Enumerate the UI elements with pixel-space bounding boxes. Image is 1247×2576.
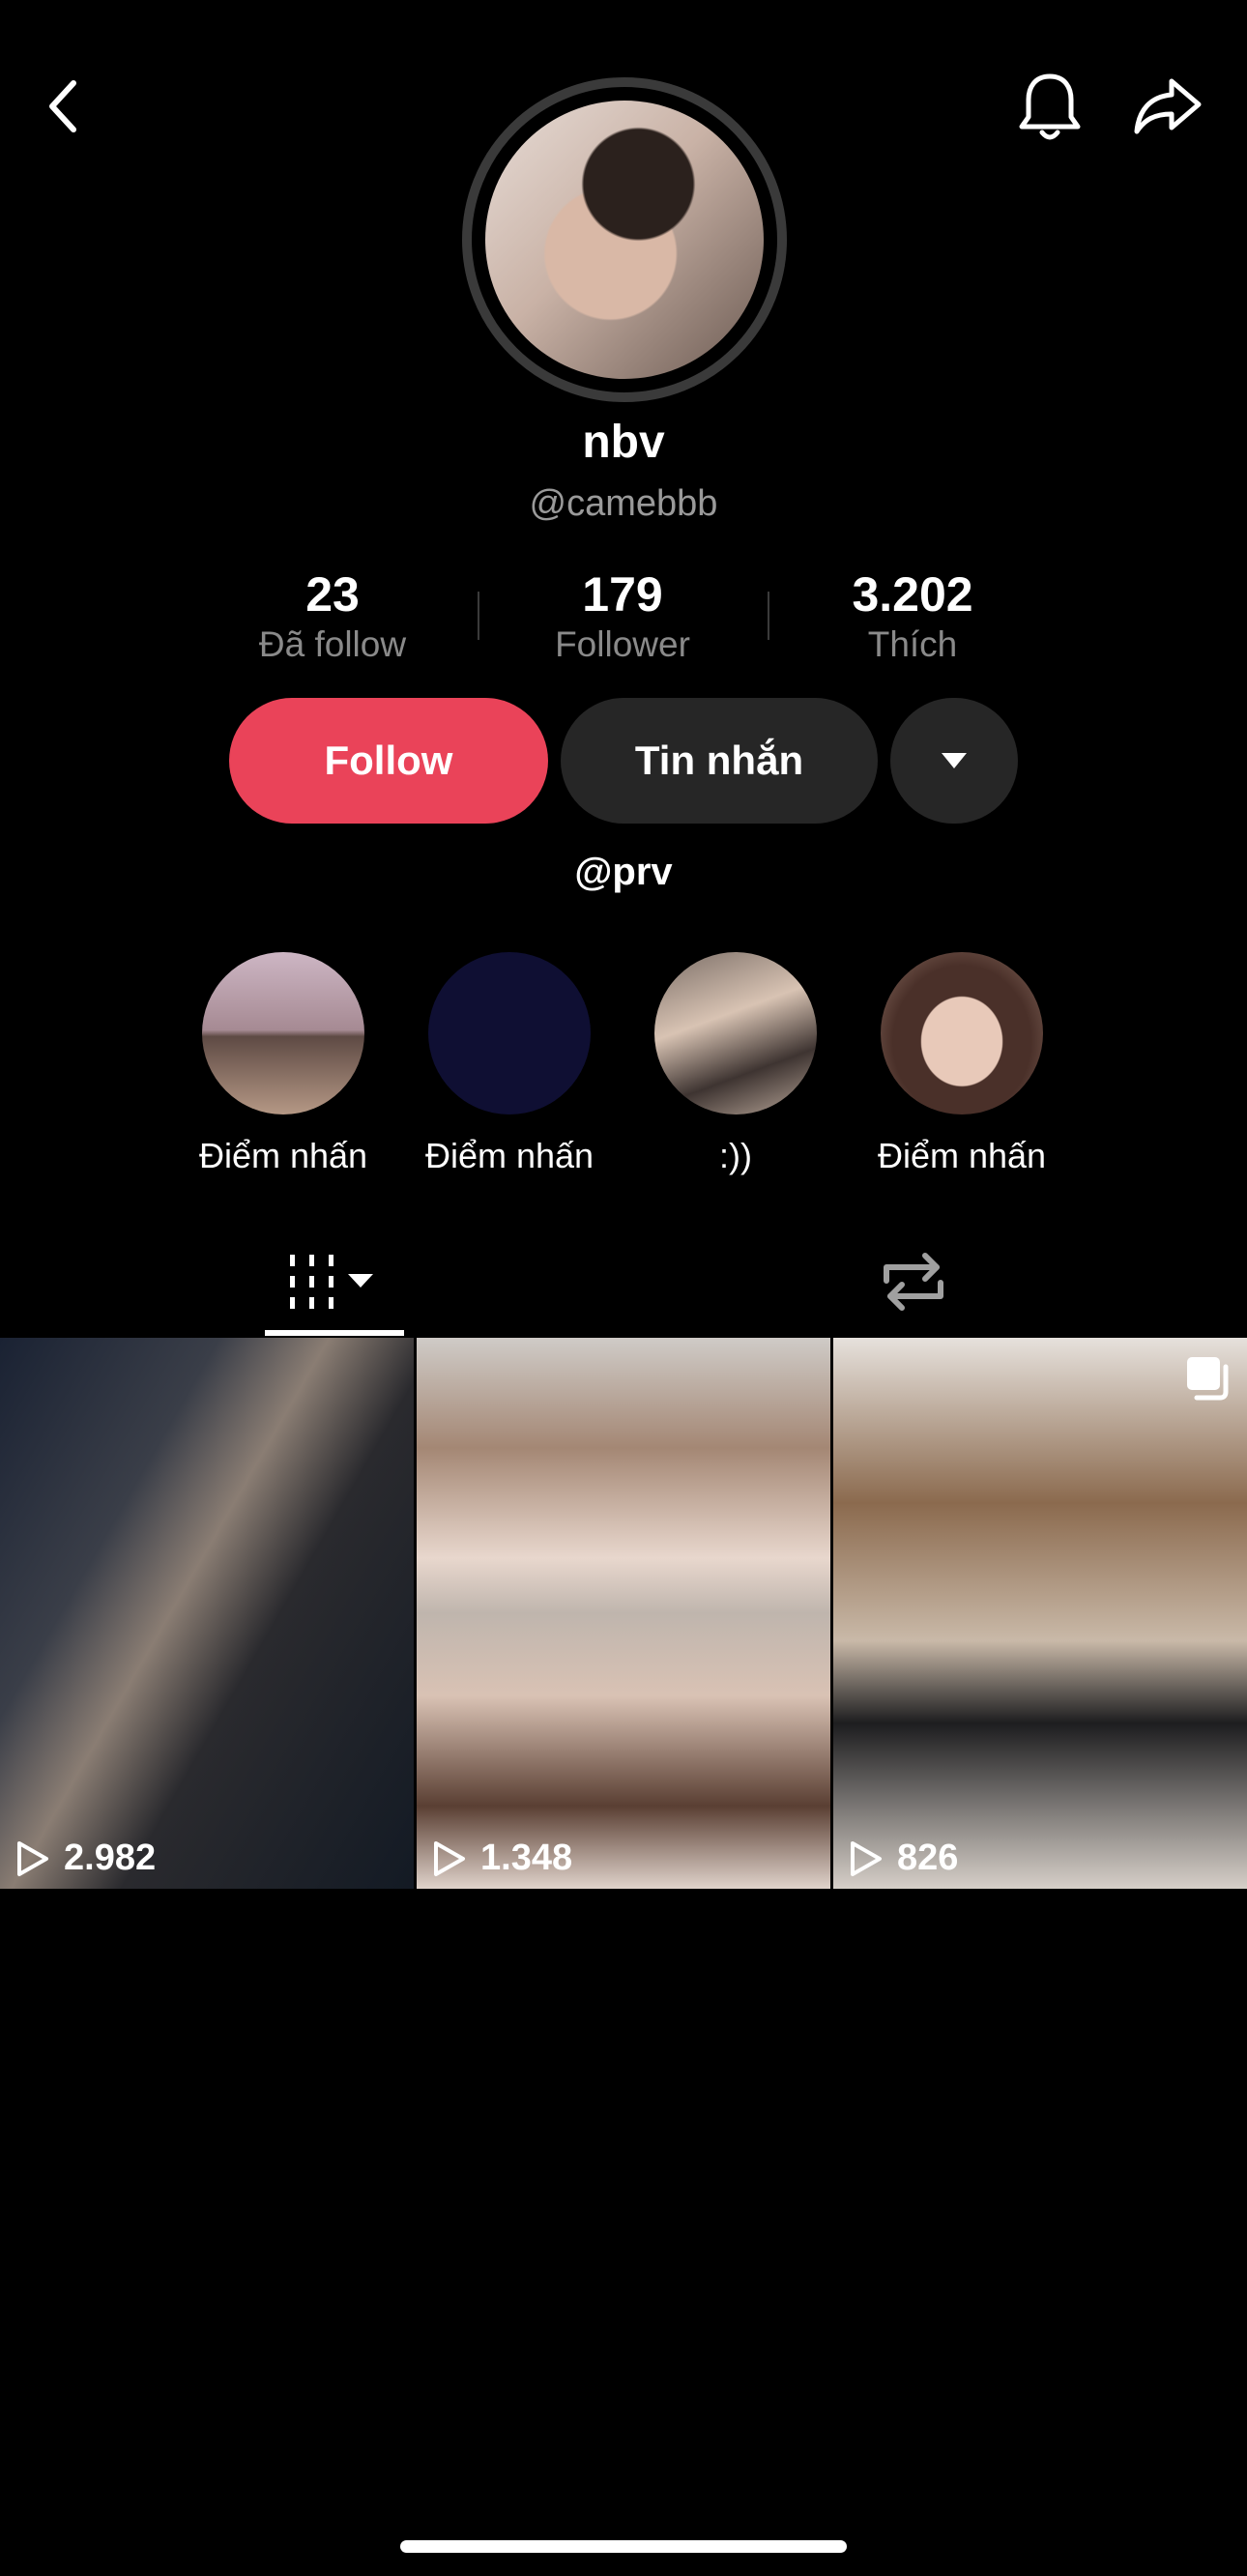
view-count-text: 1.348 [480,1838,573,1878]
stat-divider [768,592,769,640]
video-thumbnail[interactable]: 1.348 [417,1338,830,1889]
highlight-label: Điểm nhấn [424,1136,594,1175]
multi-photo-icon [1187,1357,1229,1401]
highlight-item[interactable]: Điểm nhấn [393,952,625,1176]
highlight-label: :)) [719,1136,752,1175]
share-button[interactable] [1129,68,1206,145]
highlight-thumbnail [881,952,1043,1114]
message-button[interactable]: Tin nhắn [561,698,878,824]
follow-button[interactable]: Follow [229,698,548,824]
view-count: 826 [849,1838,958,1879]
avatar-photo [485,101,764,379]
highlight-label: Điểm nhấn [198,1136,368,1175]
following-stat[interactable]: 23 Đã follow [207,568,458,665]
more-options-button[interactable] [890,698,1018,824]
highlight-item[interactable]: Điểm nhấn [167,952,399,1176]
play-icon [434,1840,465,1876]
share-icon [1134,78,1202,134]
back-icon [49,80,76,132]
followers-count: 179 [582,567,663,622]
highlight-item[interactable]: :)) [620,952,852,1176]
repost-icon [884,1253,943,1311]
chevron-down-icon [942,753,967,768]
followers-stat[interactable]: 179 Follower [497,568,748,665]
profile-avatar[interactable] [462,77,787,402]
video-thumbnail[interactable]: 826 [833,1338,1247,1889]
profile-name: nbv [582,417,665,468]
bell-icon [1019,73,1081,140]
highlight-thumbnail [654,952,817,1114]
view-count-text: 2.982 [64,1838,157,1878]
notification-button[interactable] [1011,68,1088,145]
view-count: 2.982 [15,1838,156,1879]
play-icon [851,1840,882,1876]
highlight-thumbnail [428,952,591,1114]
tab-reposts[interactable] [870,1243,957,1320]
highlight-item[interactable]: Điểm nhấn [846,952,1078,1176]
likes-label: Thích [867,624,958,664]
stat-divider [478,592,479,640]
likes-stat[interactable]: 3.202 Thích [787,568,1038,665]
video-thumbnail[interactable]: 2.982 [0,1338,414,1889]
view-count-text: 826 [897,1838,959,1878]
back-button[interactable] [33,75,95,137]
following-count: 23 [305,567,360,622]
home-indicator [400,2540,847,2553]
active-tab-indicator [265,1330,404,1336]
profile-handle: @camebbb [529,483,718,524]
tab-videos[interactable] [265,1243,404,1320]
following-label: Đã follow [258,624,407,664]
highlight-thumbnail [202,952,364,1114]
likes-count: 3.202 [852,567,973,622]
grid-icon [290,1255,373,1309]
view-count: 1.348 [432,1838,572,1879]
profile-bio: @prv [574,851,673,893]
followers-label: Follower [555,624,690,664]
highlight-label: Điểm nhấn [877,1136,1047,1175]
play-icon [17,1840,48,1876]
